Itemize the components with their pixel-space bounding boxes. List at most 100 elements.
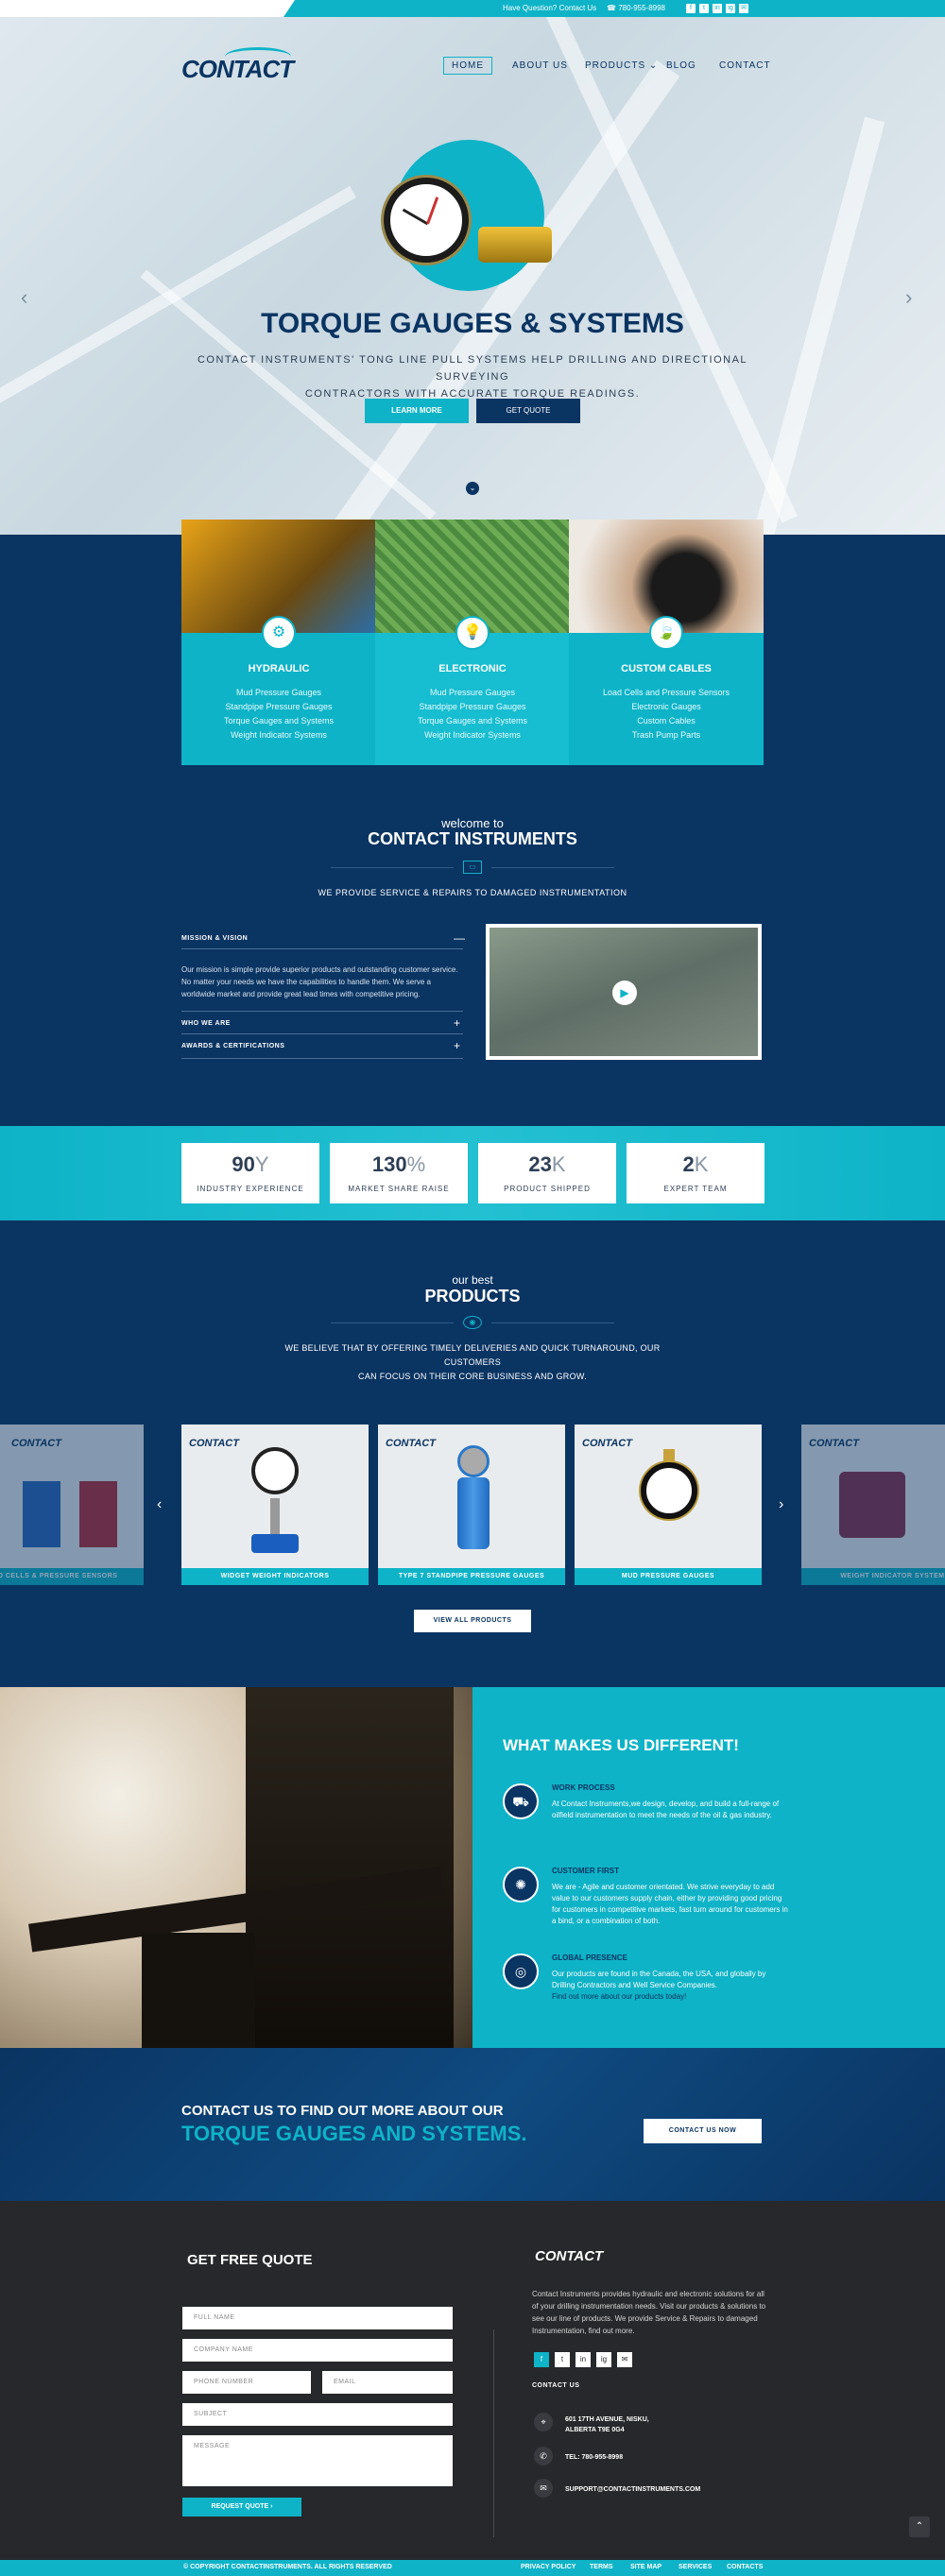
back-to-top-icon[interactable]: ⌃	[909, 2516, 930, 2537]
page: Have Question? Contact Us ☎ 780-955-8998…	[0, 0, 945, 2576]
services-link[interactable]: SERVICES	[679, 2564, 712, 2570]
products-link[interactable]: Find out more about our products today!	[552, 1991, 788, 2003]
service-link[interactable]: Trash Pump Parts	[569, 728, 764, 742]
phone-icon: ✆	[534, 2447, 553, 2465]
service-card-custom-cables[interactable]: 🍃 CUSTOM CABLES Load Cells and Pressure …	[569, 520, 764, 765]
twitter-icon[interactable]: t	[555, 2352, 570, 2367]
product-card[interactable]: CONTACT MUD PRESSURE GAUGES	[575, 1424, 762, 1585]
play-icon[interactable]: ▶	[612, 981, 637, 1005]
learn-more-button[interactable]: LEARN MORE	[365, 399, 469, 423]
carousel-prev-icon[interactable]: ‹	[157, 1496, 162, 1513]
stat-team: 2K EXPERT TEAM	[627, 1143, 765, 1203]
oil-rig-image	[0, 1687, 472, 2048]
instagram-icon[interactable]: ig	[726, 4, 735, 13]
service-link[interactable]: Standpipe Pressure Gauges	[181, 700, 376, 714]
video-thumbnail[interactable]: ▶	[486, 924, 762, 1060]
feature-title: WORK PROCESS	[552, 1783, 615, 1792]
service-link[interactable]: Torque Gauges and Systems	[375, 714, 570, 728]
contact-link[interactable]: Have Question? Contact Us	[503, 4, 596, 12]
request-quote-button[interactable]: REQUEST QUOTE ›	[182, 2498, 301, 2516]
welcome-small: welcome to	[441, 816, 504, 830]
stat-shipped: 23K PRODUCT SHIPPED	[478, 1143, 616, 1203]
instagram-icon[interactable]: ig	[596, 2352, 611, 2367]
collapse-icon[interactable]: —	[454, 931, 465, 945]
chevron-down-icon: ⌄	[648, 60, 659, 71]
service-link[interactable]: Mud Pressure Gauges	[375, 686, 570, 700]
contacts-link[interactable]: CONTACTS	[727, 2564, 763, 2570]
leaf-icon: 🍃	[649, 616, 683, 650]
service-link[interactable]: Electronic Gauges	[569, 700, 764, 714]
accordion-who-we-are[interactable]: WHO WE ARE	[181, 1020, 231, 1027]
phone-input[interactable]: PHONE NUMBER	[182, 2371, 311, 2394]
mail-icon[interactable]: ✉	[739, 4, 748, 13]
service-link[interactable]: Weight Indicator Systems	[181, 728, 376, 742]
sitemap-link[interactable]: SITE MAP	[630, 2564, 662, 2570]
view-all-products-button[interactable]: VIEW ALL PRODUCTS	[414, 1610, 531, 1632]
footer-description: Contact Instruments provides hydraulic a…	[532, 2290, 766, 2335]
cta-line1: CONTACT US TO FIND OUT MORE ABOUT OUR	[181, 2103, 504, 2119]
feature-text: We are - Agile and customer orientated. …	[552, 1883, 788, 1925]
product-card[interactable]: CONTACT LOAD CELLS & PRESSURE SENSORS	[0, 1424, 144, 1585]
subject-input[interactable]: SUBJECT	[182, 2403, 453, 2426]
service-link[interactable]: Weight Indicator Systems	[375, 728, 570, 742]
facebook-icon[interactable]: f	[534, 2352, 549, 2367]
service-title: HYDRAULIC	[248, 663, 310, 674]
location-pin-icon: ⌖	[534, 2413, 553, 2431]
terms-link[interactable]: TERMS	[590, 2564, 613, 2570]
truck-icon: ⛟	[503, 1783, 539, 1819]
stats-band	[0, 1126, 945, 1220]
slider-prev-icon[interactable]: ‹	[21, 285, 27, 310]
accordion-mission[interactable]: MISSION & VISION	[181, 935, 248, 942]
why-us-section: WHAT MAKES US DIFFERENT! ⛟ WORK PROCESS …	[472, 1687, 945, 2048]
site-logo[interactable]: CONTACT	[181, 55, 294, 84]
get-quote-button[interactable]: GET QUOTE	[476, 399, 580, 423]
accordion-awards[interactable]: AWARDS & CERTIFICATIONS	[181, 1043, 284, 1049]
expand-icon[interactable]: +	[454, 1016, 460, 1030]
linkedin-icon[interactable]: in	[576, 2352, 591, 2367]
truck-icon: ▭	[463, 861, 482, 874]
service-link[interactable]: Load Cells and Pressure Sensors	[569, 686, 764, 700]
service-link[interactable]: Mud Pressure Gauges	[181, 686, 376, 700]
electronic-bulb-icon: 💡	[455, 616, 490, 650]
cta-line2: TORQUE GAUGES AND SYSTEMS.	[181, 2122, 527, 2145]
nav-products[interactable]: PRODUCTS ⌄	[585, 60, 658, 71]
carousel-next-icon[interactable]: ›	[779, 1496, 783, 1513]
stat-experience: 90Y INDUSTRY EXPERIENCE	[181, 1143, 319, 1203]
full-name-input[interactable]: FULL NAME	[182, 2307, 453, 2329]
email-input[interactable]: EMAIL	[322, 2371, 453, 2394]
expand-icon[interactable]: +	[454, 1039, 460, 1052]
nav-contact[interactable]: CONTACT	[719, 60, 771, 71]
service-link[interactable]: Standpipe Pressure Gauges	[375, 700, 570, 714]
service-card-hydraulic[interactable]: ⚙ HYDRAULIC Mud Pressure Gauges Standpip…	[181, 520, 376, 765]
twitter-icon[interactable]: t	[699, 4, 709, 13]
privacy-link[interactable]: PRIVACY POLICY	[521, 2564, 576, 2570]
feature-text: At Contact Instruments,we design, develo…	[552, 1800, 780, 1819]
company-input[interactable]: COMPANY NAME	[182, 2339, 453, 2362]
slider-next-icon[interactable]: ›	[905, 285, 912, 310]
service-card-electronic[interactable]: 💡 ELECTRONIC Mud Pressure Gauges Standpi…	[375, 520, 570, 765]
product-card[interactable]: CONTACT WIDGET WEIGHT INDICATORS	[181, 1424, 369, 1585]
mail-icon[interactable]: ✉	[617, 2352, 632, 2367]
product-card[interactable]: CONTACT WEIGHT INDICATOR SYSTEMS	[801, 1424, 945, 1585]
bottom-bar: © COPYRIGHT CONTACTINSTRUMENTS. ALL RIGH…	[0, 2560, 945, 2576]
product-card[interactable]: CONTACT TYPE 7 STANDPIPE PRESSURE GAUGES	[378, 1424, 565, 1585]
envelope-icon: ✉	[534, 2479, 553, 2498]
nav-blog[interactable]: BLOG	[666, 60, 696, 71]
facebook-icon[interactable]: f	[686, 4, 696, 13]
footer-email[interactable]: SUPPORT@CONTACTINSTRUMENTS.COM	[565, 2484, 700, 2495]
feature-title: CUSTOMER FIRST	[552, 1867, 619, 1875]
linkedin-icon[interactable]: in	[713, 4, 722, 13]
products-small: our best	[452, 1273, 493, 1287]
service-link[interactable]: Custom Cables	[569, 714, 764, 728]
scroll-down-icon[interactable]: ⌄	[466, 482, 479, 495]
welcome-title: CONTACT INSTRUMENTS	[368, 829, 577, 848]
nav-about[interactable]: ABOUT US	[512, 60, 568, 71]
footer-phone[interactable]: TEL: 780-955-8998	[565, 2452, 623, 2463]
footer: GET FREE QUOTE	[0, 2201, 945, 2560]
footer-logo[interactable]: CONTACT	[535, 2248, 603, 2264]
service-link[interactable]: Torque Gauges and Systems	[181, 714, 376, 728]
contact-us-button[interactable]: CONTACT US NOW	[644, 2119, 762, 2143]
nav-home[interactable]: HOME	[443, 57, 492, 75]
message-textarea[interactable]: MESSAGE	[182, 2435, 453, 2486]
phone-number[interactable]: ☎ 780-955-8998	[607, 4, 665, 12]
